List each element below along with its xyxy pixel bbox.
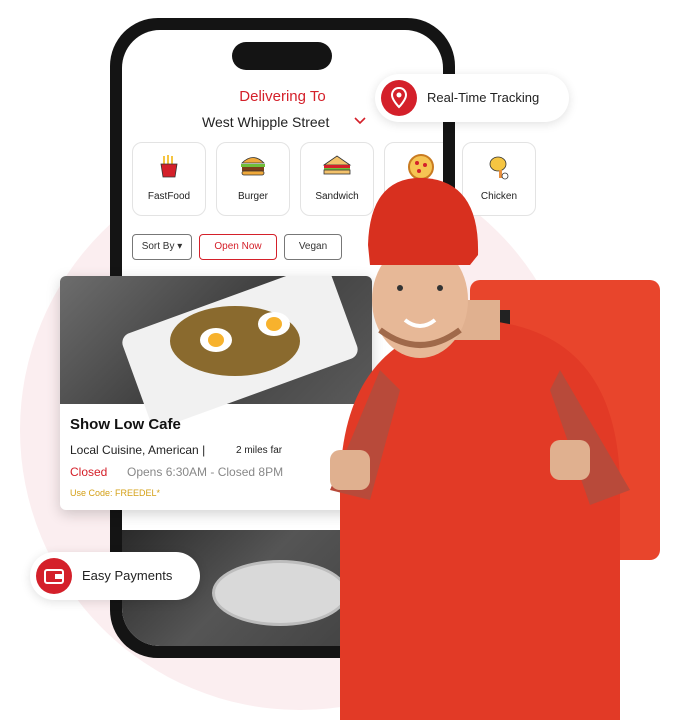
delivery-person-image xyxy=(330,177,660,720)
restaurant-cuisine: Local Cuisine, American | xyxy=(70,443,206,457)
fries-icon xyxy=(133,153,205,186)
wallet-icon xyxy=(36,558,72,594)
restaurant-name: Show Low Cafe xyxy=(70,416,181,433)
category-fastfood[interactable]: FastFood xyxy=(132,142,206,216)
restaurant-distance: 2 miles far xyxy=(236,445,283,456)
category-burger[interactable]: Burger xyxy=(216,142,290,216)
location-pin-icon xyxy=(381,80,417,116)
egg-image xyxy=(200,328,232,352)
open-now-filter[interactable]: Open Now xyxy=(199,234,277,260)
burger-icon xyxy=(217,153,289,184)
real-time-tracking-badge: Real-Time Tracking xyxy=(375,74,569,122)
helmet xyxy=(368,177,479,265)
status-badge: Closed xyxy=(70,465,108,479)
phone-notch xyxy=(232,42,332,70)
opening-hours: Opens 6:30AM - Closed 8PM xyxy=(127,465,284,479)
payments-label: Easy Payments xyxy=(82,568,173,583)
promo-code: Use Code: FREEDEL* xyxy=(70,488,161,498)
easy-payments-badge: Easy Payments xyxy=(30,552,200,600)
category-label: FastFood xyxy=(147,191,191,202)
sort-by-label: Sort By xyxy=(141,241,175,252)
category-label: Burger xyxy=(237,191,268,202)
address-selector[interactable]: West Whipple Street xyxy=(202,114,329,130)
tracking-label: Real-Time Tracking xyxy=(427,90,540,105)
sort-by-dropdown[interactable]: Sort By ▾ xyxy=(132,234,192,260)
chevron-down-icon[interactable] xyxy=(354,114,366,129)
egg-image xyxy=(258,312,290,336)
